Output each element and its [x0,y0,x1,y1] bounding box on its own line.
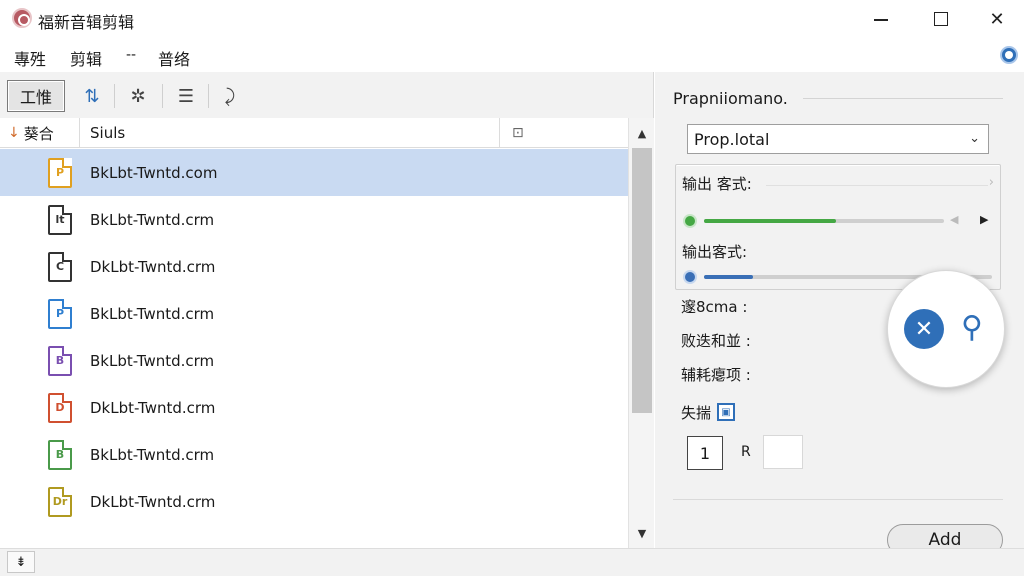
document-icon: Dr [48,486,72,517]
menu-item-4[interactable]: 普络 [158,46,190,70]
file-browser-pane: 工惟 ⇅ ✲ ☰ ⤸ ↓ 葵合 Siuls ⊡ P BkLbt-Twntd.com l… [0,72,654,548]
maximize-icon [934,12,948,26]
column-settings-icon: ⊡ [512,125,524,141]
properties-pane: Prapniiomano. Prop.lotal ⌄ 输出 客式: › ◀ ▶ … [655,72,1024,556]
pin-icon: ⇟ [15,554,27,570]
document-icon: lt [48,204,72,235]
sparkle-arrow-icon[interactable]: ⤸ [218,84,242,108]
list-header: ↓ 葵合 Siuls ⊡ [0,118,628,148]
scroll-thumb[interactable] [632,148,652,413]
toolbar-divider [114,84,115,108]
file-row[interactable]: Dr DkLbt-Twntd.crm [0,478,628,525]
menu-separator-item[interactable]: -- [126,47,136,63]
scroll-up-arrow-icon[interactable]: ▲ [629,122,655,144]
file-list: ↓ 葵合 Siuls ⊡ P BkLbt-Twntd.com lt BkLbt-Twnt… [0,118,654,548]
file-row[interactable]: B BkLbt-Twntd.crm [0,431,628,478]
document-icon: B [48,439,72,470]
running-figure-icon[interactable]: ⚲ [952,307,992,347]
slider1-left-arrow-icon[interactable]: ◀ [950,213,958,226]
scroll-down-arrow-icon[interactable]: ▼ [629,522,655,544]
slider1-right-arrow-icon[interactable]: ▶ [980,213,988,226]
magnifier-overlay: ✕ ⚲ [887,270,1005,388]
file-name: BkLbt-Twntd.crm [90,304,215,323]
file-name: DkLbt-Twntd.crm [90,398,216,417]
status-button[interactable]: ⇟ [7,551,35,573]
properties-title: Prapniiomano. [673,89,788,108]
number-field[interactable]: 1 [687,436,723,470]
toolbar-divider [208,84,209,108]
status-bar: ⇟ [0,548,1024,576]
field-label-2: 败迭和並 : [681,332,751,350]
slider1-label: 输出 客式: [682,175,752,193]
column-header-type-label: 葵合 [23,124,54,143]
column-header-type[interactable]: ↓ 葵合 [8,118,80,148]
document-icon: B [48,345,72,376]
file-name: BkLbt-Twntd.crm [90,210,215,229]
field-label-1: 邃8cma : [681,298,748,316]
maximize-button[interactable] [912,0,970,38]
menu-item-1[interactable]: 專殅 [14,46,46,70]
property-select[interactable]: Prop.lotal ⌄ [687,124,989,154]
document-icon: C [48,251,72,282]
toolbar-divider [162,84,163,108]
toolbar: 工惟 ⇅ ✲ ☰ ⤸ [0,72,654,116]
close-button[interactable]: ✕ [968,0,1024,38]
window-title: 福新音辑剪辑 [38,13,135,32]
title-bar: 福新音辑剪辑 ✕ [0,0,1024,38]
title-divider [803,98,1003,99]
file-name: DkLbt-Twntd.crm [90,257,216,276]
bottom-divider [673,499,1003,500]
minimize-button[interactable] [852,0,910,38]
vertical-scrollbar[interactable]: ▲ ▼ [628,118,654,548]
crossed-tools-icon[interactable]: ✕ [904,309,944,349]
slider1-knob[interactable] [683,214,697,228]
file-name: BkLbt-Twntd.com [90,163,218,182]
file-name: BkLbt-Twntd.crm [90,351,215,370]
property-select-value: Prop.lotal [694,129,770,149]
file-row[interactable]: C DkLbt-Twntd.crm [0,243,628,290]
chevron-right-icon: › [988,175,994,190]
file-row[interactable]: B BkLbt-Twntd.crm [0,337,628,384]
toolbar-main-button[interactable]: 工惟 [7,80,65,112]
slider2-fill [704,275,753,279]
document-icon: P [48,298,72,329]
label-divider [766,185,988,186]
slider1-track[interactable] [704,219,944,223]
r-input[interactable] [763,435,803,469]
file-row[interactable]: D DkLbt-Twntd.crm [0,384,628,431]
file-row[interactable]: P BkLbt-Twntd.com [0,149,628,196]
file-rows: P BkLbt-Twntd.com lt BkLbt-Twntd.crm C DkLbt-… [0,149,628,548]
app-logo-icon [12,8,32,28]
slider1-fill [704,219,836,223]
file-row[interactable]: P BkLbt-Twntd.crm [0,290,628,337]
field-label-3: 辅耗瘪项 : [681,366,751,384]
document-icon: D [48,392,72,423]
gear-cross-icon[interactable]: ✲ [126,84,150,108]
column-header-name-label: Siuls [90,124,126,142]
minimize-icon [874,19,888,21]
slider2-knob[interactable] [683,270,697,284]
menu-item-2[interactable]: 剪辑 [70,46,102,70]
slider2-label: 输出客式: [682,243,748,261]
help-icon[interactable] [1000,46,1018,64]
file-name: BkLbt-Twntd.crm [90,445,215,464]
column-header-name[interactable]: Siuls [90,118,500,148]
r-label: R [741,444,751,460]
chevron-down-icon: ⌄ [969,131,980,146]
file-row[interactable]: lt BkLbt-Twntd.crm [0,196,628,243]
close-icon: ✕ [989,8,1005,30]
attach-label: 失揣 [681,404,712,422]
sort-icon[interactable]: ⇅ [80,84,104,108]
file-name: DkLbt-Twntd.crm [90,492,216,511]
sort-indicator-icon: ↓ [8,125,20,141]
attach-image-icon[interactable]: ▣ [717,403,735,421]
column-header-extra[interactable]: ⊡ [512,118,524,148]
document-icon: P [48,157,72,188]
menu-bar: 專殅 剪辑 -- 普络 [0,38,1024,72]
document-list-icon[interactable]: ☰ [174,84,198,108]
